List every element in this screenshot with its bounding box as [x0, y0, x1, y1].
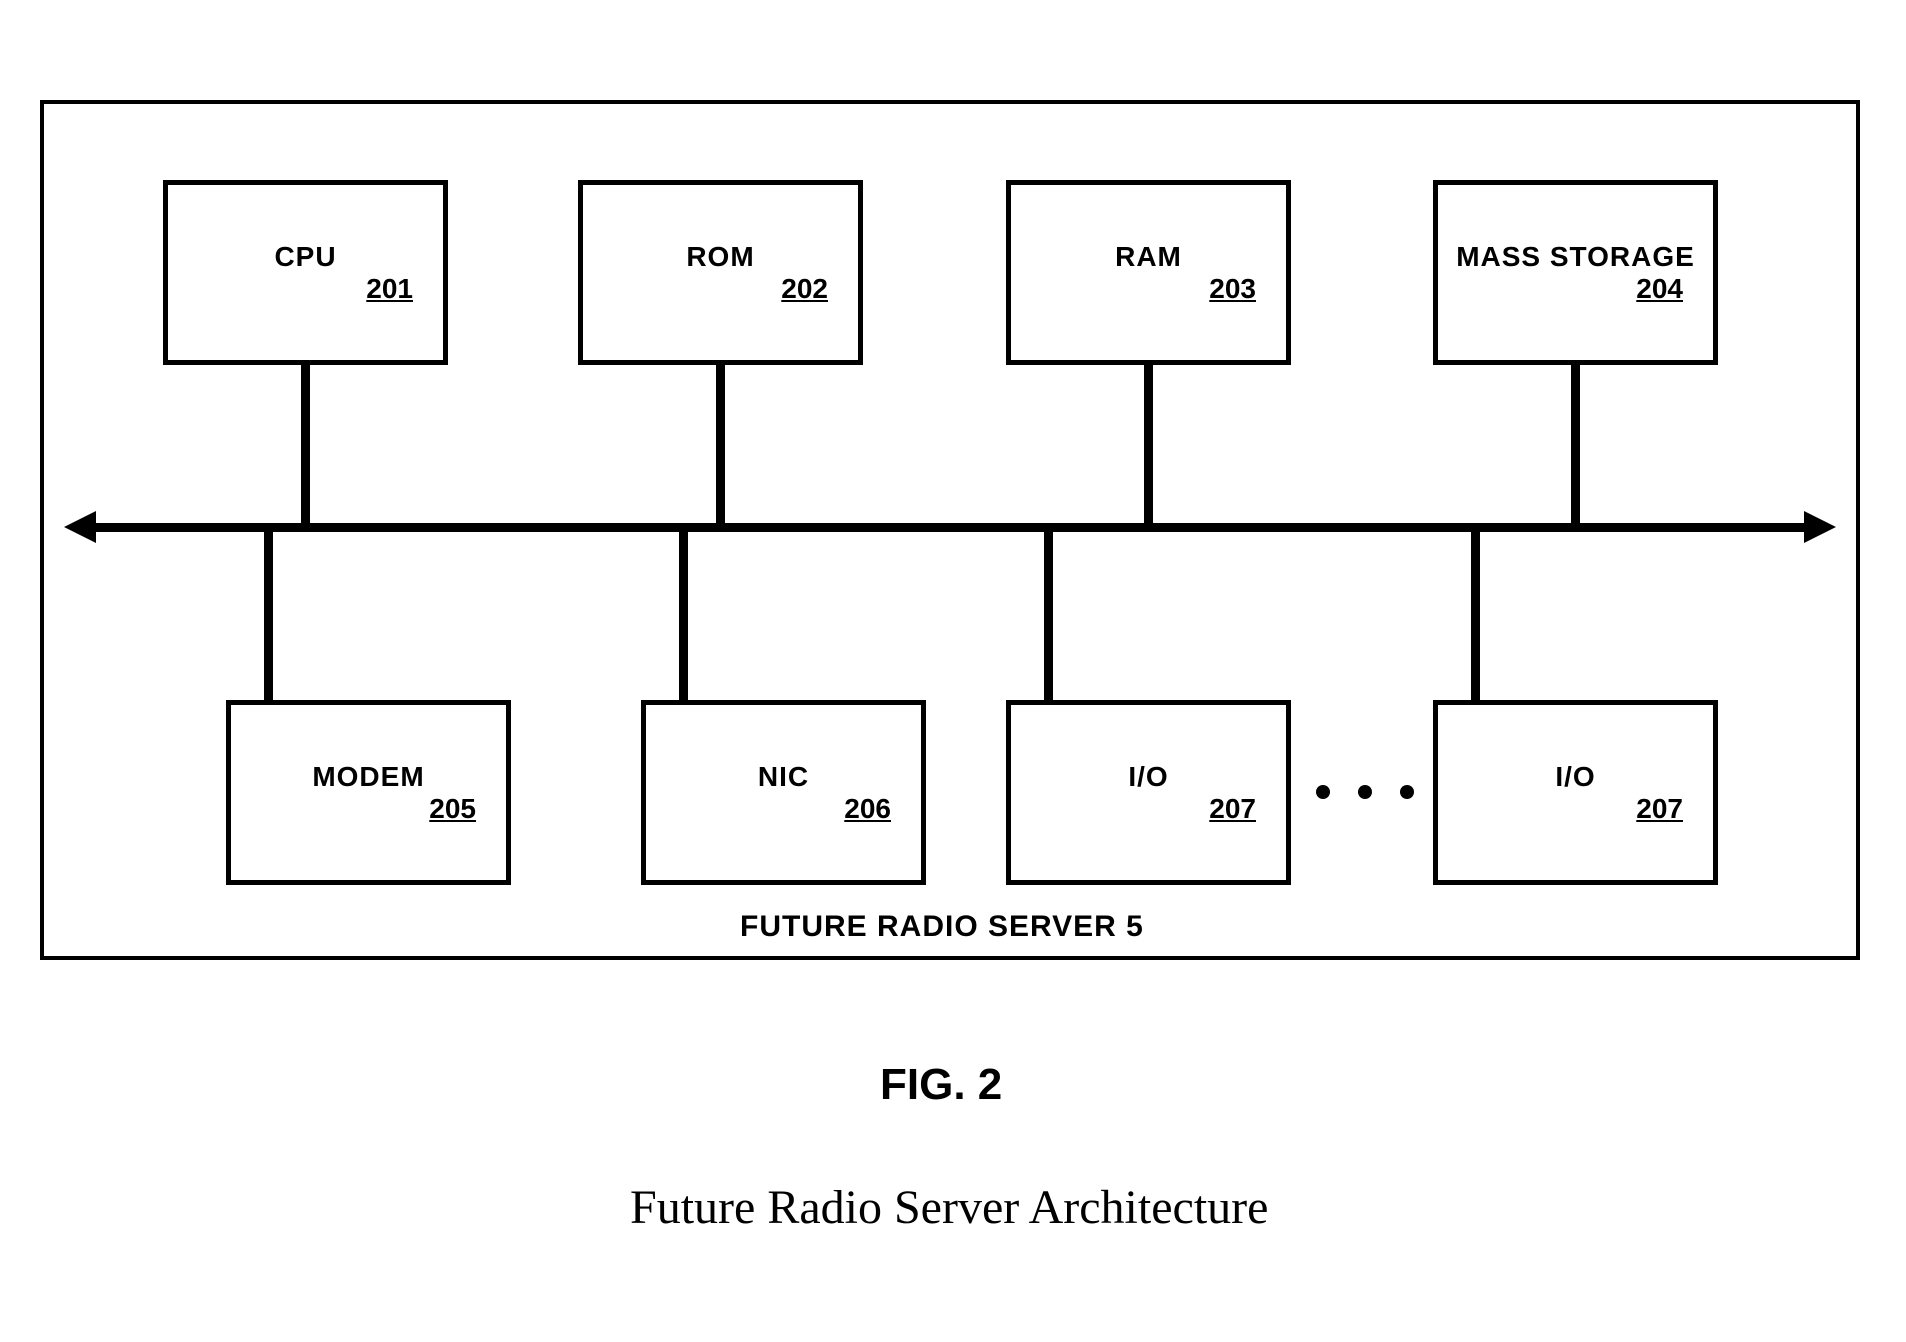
- block-label: I/O: [1555, 761, 1595, 793]
- block-number: 204: [1636, 273, 1683, 304]
- block-number: 203: [1209, 273, 1256, 304]
- block-label: NIC: [758, 761, 809, 793]
- block-number: 206: [844, 793, 891, 824]
- stub-ram: [1144, 365, 1153, 525]
- block-modem: MODEM 205: [226, 700, 511, 885]
- stub-cpu: [301, 365, 310, 525]
- block-number: 205: [429, 793, 476, 824]
- block-io-2: I/O 207: [1433, 700, 1718, 885]
- frame-label: FUTURE RADIO SERVER 5: [740, 910, 1144, 944]
- block-number: 201: [366, 273, 413, 304]
- block-number: 207: [1636, 793, 1683, 824]
- block-io-1: I/O 207: [1006, 700, 1291, 885]
- figure-subtitle: Future Radio Server Architecture: [630, 1180, 1268, 1235]
- block-number: 207: [1209, 793, 1256, 824]
- block-label: ROM: [686, 241, 754, 273]
- bus-arrow-right: [1804, 511, 1836, 543]
- ellipsis-icon: [1316, 785, 1414, 799]
- stub-modem: [264, 530, 273, 700]
- figure-label: FIG. 2: [880, 1060, 1002, 1110]
- block-ram: RAM 203: [1006, 180, 1291, 365]
- stub-io-1: [1044, 530, 1053, 700]
- block-label: I/O: [1128, 761, 1168, 793]
- block-label: MASS STORAGE: [1456, 241, 1695, 273]
- stub-mass-storage: [1571, 365, 1580, 525]
- block-label: MODEM: [312, 761, 424, 793]
- block-mass-storage: MASS STORAGE 204: [1433, 180, 1718, 365]
- diagram-canvas: CPU 201 ROM 202 RAM 203 MASS STORAGE 204…: [0, 0, 1906, 1342]
- block-cpu: CPU 201: [163, 180, 448, 365]
- stub-rom: [716, 365, 725, 525]
- block-rom: ROM 202: [578, 180, 863, 365]
- stub-nic: [679, 530, 688, 700]
- block-label: CPU: [274, 241, 336, 273]
- stub-io-2: [1471, 530, 1480, 700]
- block-number: 202: [781, 273, 828, 304]
- block-label: RAM: [1115, 241, 1182, 273]
- system-bus: [95, 523, 1805, 532]
- bus-arrow-left: [64, 511, 96, 543]
- block-nic: NIC 206: [641, 700, 926, 885]
